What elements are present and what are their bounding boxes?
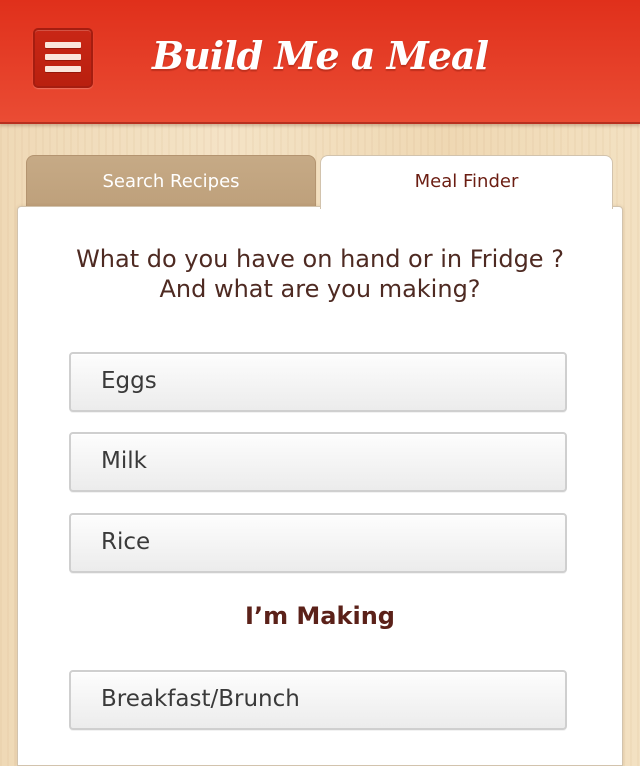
app-header: Build Me a Meal	[0, 0, 640, 124]
menu-icon-bar	[45, 54, 81, 60]
app-title: Build Me a Meal	[151, 33, 489, 78]
meal-type-field[interactable]	[69, 670, 567, 730]
tab-meal-finder[interactable]: Meal Finder	[320, 155, 613, 209]
menu-icon-bar	[45, 66, 81, 72]
question-line-2: And what are you making?	[159, 275, 481, 303]
question-line-1: What do you have on hand or in Fridge ?	[76, 245, 564, 273]
ingredient-field-eggs[interactable]	[69, 352, 567, 412]
hamburger-menu-icon[interactable]	[33, 28, 93, 88]
menu-icon-bar	[45, 42, 81, 48]
making-label: I’m Making	[245, 602, 395, 630]
tab-search-recipes[interactable]: Search Recipes	[26, 155, 316, 207]
ingredient-field-rice[interactable]	[69, 513, 567, 573]
ingredient-field-milk[interactable]	[69, 432, 567, 492]
finder-question: What do you have on hand or in Fridge ? …	[0, 244, 640, 304]
